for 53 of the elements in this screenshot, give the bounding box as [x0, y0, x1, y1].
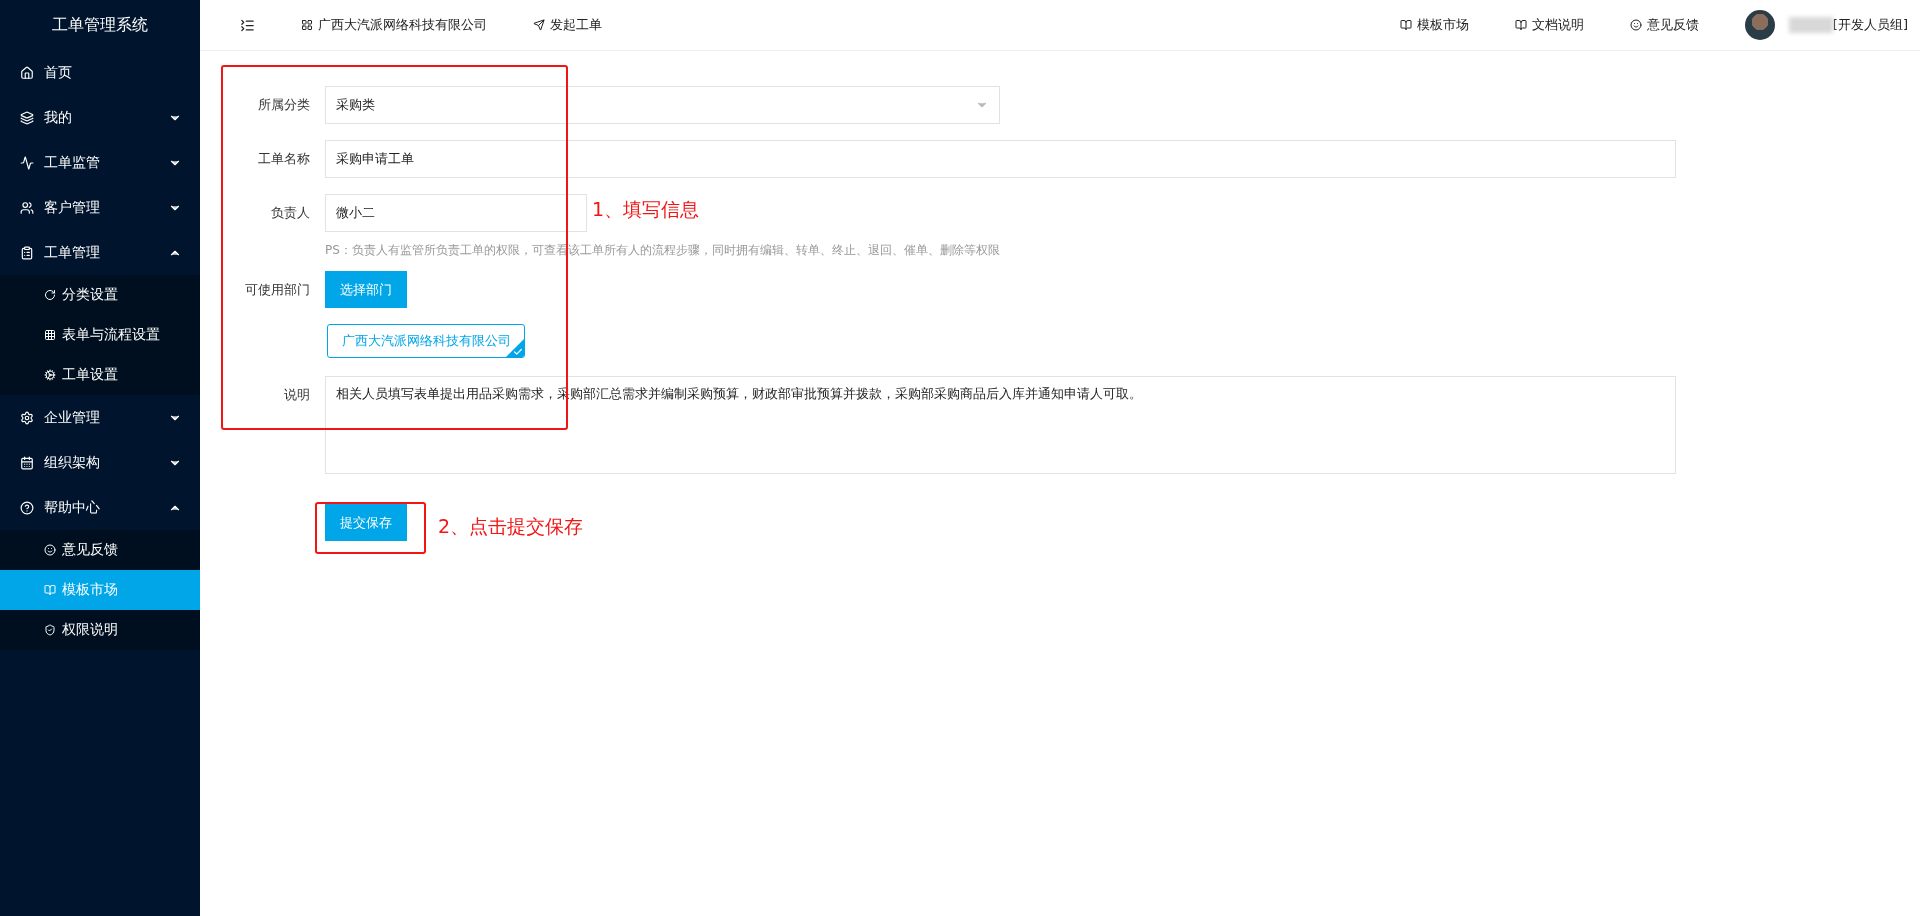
sidebar-item[interactable]: 企业管理 — [0, 395, 200, 440]
sidebar-item[interactable]: 工单监管 — [0, 140, 200, 185]
category-select[interactable]: 采购类 — [325, 86, 1000, 124]
book-icon — [1514, 19, 1527, 31]
new-ticket-link[interactable]: 发起工单 — [533, 16, 602, 34]
gear-icon — [20, 410, 34, 425]
user-group: [开发人员组] — [1832, 16, 1908, 34]
field-label: 可使用部门 — [244, 280, 311, 299]
company-link[interactable]: 广西大汽派网络科技有限公司 — [301, 16, 487, 34]
annotation-text: 1、填写信息 — [592, 197, 700, 222]
gear-icon — [44, 369, 56, 381]
top-link[interactable]: 文档说明 — [1514, 16, 1584, 34]
clipboard-icon — [20, 245, 34, 260]
sidebar-item[interactable]: 工单管理 — [0, 230, 200, 275]
menu-icon[interactable] — [240, 17, 255, 33]
grid-icon — [301, 19, 313, 31]
sidebar-subitem[interactable]: 权限说明 — [0, 610, 200, 650]
app-title: 工单管理系统 — [51, 13, 149, 36]
calendar-icon — [20, 455, 34, 470]
sidebar-item[interactable]: 组织架构 — [0, 440, 200, 485]
book-icon — [1399, 19, 1412, 31]
owner-input[interactable]: 微小二 — [325, 194, 587, 232]
sidebar-item[interactable]: 首页 — [0, 50, 200, 95]
sidebar-item[interactable]: 我的 — [0, 95, 200, 140]
name-input[interactable]: 采购申请工单 — [325, 140, 1676, 178]
user-avatar[interactable] — [1744, 10, 1775, 40]
field-label: 说明 — [283, 386, 311, 404]
field-label: 负责人 — [270, 204, 311, 222]
pulse-icon — [20, 155, 34, 170]
check-icon — [513, 347, 523, 357]
users-icon — [20, 200, 34, 215]
field-label: 所属分类 — [257, 96, 311, 114]
top-link[interactable]: 模板市场 — [1399, 16, 1469, 34]
blurred-name — [1788, 17, 1833, 33]
sidebar-item[interactable]: 客户管理 — [0, 185, 200, 230]
smile-icon — [1629, 19, 1642, 31]
book-icon — [44, 584, 56, 596]
layers-icon — [20, 110, 34, 125]
send-icon — [533, 19, 545, 31]
sidebar-subitem[interactable]: 表单与流程设置 — [0, 315, 200, 355]
shield-icon — [44, 624, 56, 636]
field-label: 工单名称 — [257, 150, 311, 168]
sidebar-subitem[interactable]: 工单设置 — [0, 355, 200, 395]
sidebar-item[interactable]: 帮助中心 — [0, 485, 200, 530]
annotation-text: 2、点击提交保存 — [438, 514, 584, 539]
smile-icon — [44, 544, 56, 556]
sidebar-subitem[interactable]: 分类设置 — [0, 275, 200, 315]
top-link[interactable]: 意见反馈 — [1629, 16, 1699, 34]
sidebar-subitem[interactable]: 意见反馈 — [0, 530, 200, 570]
refresh-icon — [44, 289, 56, 301]
home-icon — [20, 65, 34, 80]
grid-icon — [44, 329, 56, 341]
help-icon — [20, 500, 34, 515]
